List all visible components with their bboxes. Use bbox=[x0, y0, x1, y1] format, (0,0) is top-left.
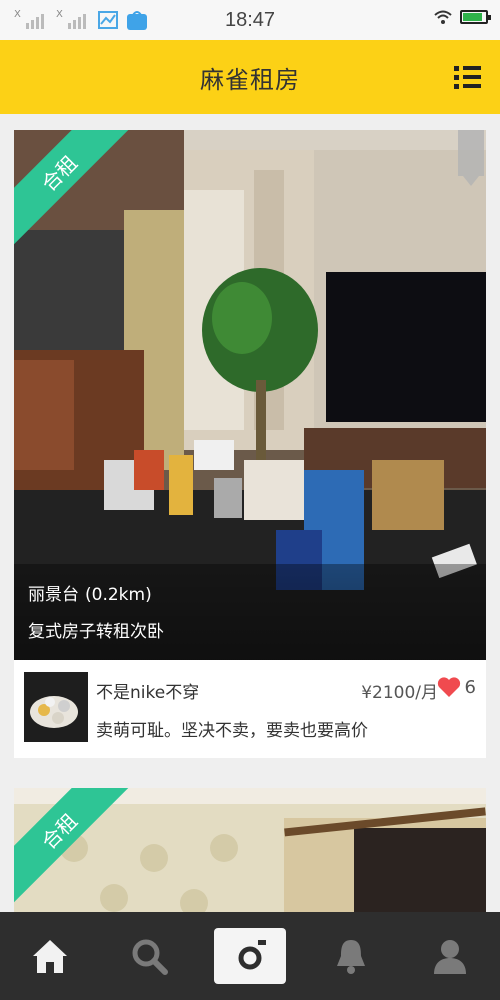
home-icon bbox=[32, 940, 67, 973]
heart-icon bbox=[437, 677, 460, 697]
like-button[interactable]: 6 bbox=[437, 676, 476, 698]
status-bar: X X 18:47 bbox=[0, 0, 500, 40]
tab-profile[interactable] bbox=[415, 926, 485, 986]
listing-price: ¥2100/月 bbox=[361, 683, 438, 703]
listing-distance: (0.2km) bbox=[85, 585, 152, 605]
scroll-indicator[interactable] bbox=[458, 130, 484, 186]
listing-description: 复式房子转租次卧 bbox=[28, 622, 164, 642]
status-right bbox=[434, 10, 491, 24]
user-bio: 卖萌可耻。坚决不卖，要卖也要高价 bbox=[96, 721, 368, 741]
tab-notifications[interactable] bbox=[316, 926, 386, 986]
app-bar: 麻雀租房 bbox=[0, 40, 500, 114]
listing-feed[interactable]: 合租 丽景台 (0.2km) 复式房子转租次卧 不是nike不穿 ¥2100/月 bbox=[0, 114, 500, 912]
avatar-image bbox=[24, 672, 88, 742]
search-icon bbox=[132, 939, 169, 975]
battery-icon bbox=[460, 10, 491, 24]
listing-info: 不是nike不穿 ¥2100/月 6 卖萌可耻。坚决不卖，要卖也要高价 bbox=[14, 660, 486, 758]
avatar[interactable] bbox=[24, 672, 88, 742]
tab-camera[interactable] bbox=[213, 928, 286, 984]
listing-caption: 丽景台 (0.2km) 复式房子转租次卧 bbox=[14, 564, 486, 660]
status-time: 18:47 bbox=[224, 8, 276, 31]
tab-home[interactable] bbox=[15, 926, 85, 986]
list-menu-icon[interactable] bbox=[454, 64, 482, 90]
listing-card[interactable]: 合租 bbox=[14, 788, 486, 912]
tab-search[interactable] bbox=[114, 926, 184, 986]
camera-icon bbox=[229, 940, 270, 972]
listing-photo[interactable]: 合租 bbox=[14, 788, 486, 912]
listing-card[interactable]: 合租 丽景台(0.2km) 复式房子转租次卧 不是nike不穿 ¥2100/月 bbox=[14, 130, 486, 758]
user-name[interactable]: 不是nike不穿 bbox=[96, 678, 199, 703]
bottom-tab-bar bbox=[0, 912, 500, 1000]
bell-icon bbox=[336, 940, 365, 974]
listing-photo[interactable]: 合租 丽景台 (0.2km) 复式房子转租次卧 bbox=[14, 130, 486, 660]
like-count: 6 bbox=[464, 676, 476, 698]
listing-location: 丽景台 bbox=[28, 585, 79, 605]
profile-icon bbox=[434, 940, 467, 974]
wifi-icon bbox=[434, 10, 452, 24]
app-title: 麻雀租房 bbox=[200, 65, 300, 94]
